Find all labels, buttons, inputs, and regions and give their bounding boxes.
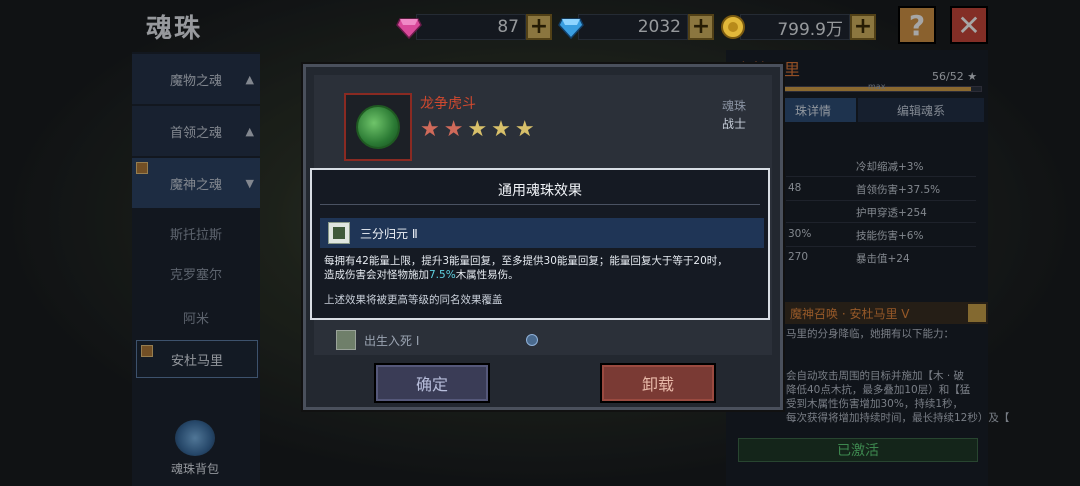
orb-class-label: 战士	[721, 117, 746, 131]
blue-diamond-icon	[558, 14, 584, 40]
effect-desc-text: 木属性易伤。	[455, 269, 519, 281]
effect-name: 三分归元 Ⅱ	[360, 226, 418, 241]
orb-name: 龙争虎斗	[420, 96, 476, 112]
effect-icon	[336, 330, 356, 350]
character-portrait-icon	[328, 222, 350, 244]
effect-desc-text: 造成伤害会对怪物施加	[324, 269, 429, 281]
star-icon: ★★★	[467, 117, 539, 142]
effect-desc-text: 每拥有42能量上限，提升3能量回复，至多提供30能量回复；能量回复大于等于20时…	[324, 255, 728, 267]
star-icon: ★★	[420, 117, 468, 142]
unload-button[interactable]: 卸载	[600, 363, 716, 403]
gold-coin-icon	[720, 14, 746, 40]
orb-effect-item[interactable]: 出生入死 Ⅰ	[336, 330, 419, 350]
effect-dialog: 通用魂珠效果 三分归元 Ⅱ 每拥有42能量上限，提升3能量回复，至多提供30能量…	[310, 168, 770, 320]
confirm-button[interactable]: 确定	[374, 363, 490, 403]
orb-slot	[344, 93, 412, 161]
effect-description: 每拥有42能量上限，提升3能量回复，至多提供30能量回复；能量回复大于等于20时…	[324, 254, 760, 282]
effect-highlight-value: 7.5%	[429, 269, 456, 281]
pink-gem-icon	[396, 14, 422, 40]
divider	[320, 204, 760, 205]
effect-item-label: 出生入死 Ⅰ	[364, 333, 420, 348]
green-orb-icon	[356, 105, 400, 149]
effect-row: 三分归元 Ⅱ	[320, 218, 764, 248]
orb-type-label: 魂珠	[721, 99, 746, 113]
effect-dialog-title: 通用魂珠效果	[498, 183, 582, 199]
shield-icon	[526, 334, 538, 346]
star-rating: ★★★★★	[420, 117, 539, 142]
effect-note: 上述效果将被更高等级的同名效果覆盖	[324, 294, 503, 306]
